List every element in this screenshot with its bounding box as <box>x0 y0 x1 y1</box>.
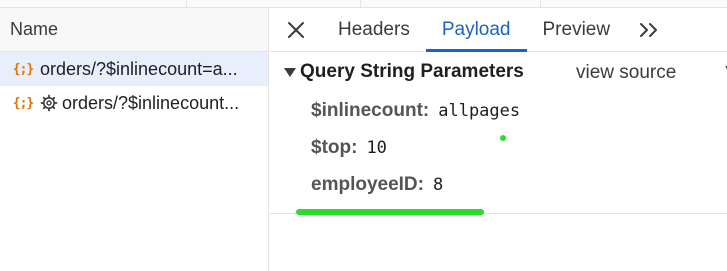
column-divider <box>360 0 361 8</box>
request-row[interactable]: {;} orders/?$inlinecount... <box>0 86 268 120</box>
name-column-header[interactable]: Name <box>0 8 268 52</box>
detail-tabbar: Headers Payload Preview <box>270 8 727 52</box>
devtools-network-panel: Name {;} orders/?$inlinecount=a... {;} o… <box>0 0 727 271</box>
column-divider <box>186 0 187 8</box>
column-divider <box>540 0 541 8</box>
close-icon <box>288 21 304 38</box>
param-key: $top: <box>311 136 358 158</box>
annotation-dot <box>500 135 506 141</box>
param-row: $top: 10 <box>270 129 727 166</box>
request-label: orders/?$inlinecount=a... <box>40 58 238 79</box>
tab-preview[interactable]: Preview <box>527 8 627 51</box>
name-column-label: Name <box>10 19 59 39</box>
gear-icon <box>40 94 58 112</box>
query-string-section: Query String Parameters view source ▼ $i… <box>270 52 727 215</box>
more-tabs-button[interactable] <box>626 8 672 51</box>
param-row: $inlinecount: allpages <box>270 92 727 129</box>
tab-label: Payload <box>441 18 511 40</box>
request-list: Name {;} orders/?$inlinecount=a... {;} o… <box>0 8 269 271</box>
close-button[interactable] <box>270 8 322 51</box>
tab-label: Preview <box>542 18 611 40</box>
tab-payload[interactable]: Payload <box>425 8 527 52</box>
param-value: allpages <box>438 100 521 121</box>
double-chevron-right-icon <box>640 22 658 37</box>
top-strip <box>0 0 727 8</box>
json-icon: {;} <box>12 61 34 77</box>
param-row: employeeID: 8 <box>270 166 727 203</box>
param-value: 10 <box>366 137 387 158</box>
param-key: $inlinecount: <box>311 99 430 121</box>
request-row[interactable]: {;} orders/?$inlinecount=a... <box>0 52 268 86</box>
tab-headers[interactable]: Headers <box>322 8 426 51</box>
request-detail-panel: Headers Payload Preview Query String Par… <box>270 8 727 271</box>
param-key: employeeID: <box>311 173 424 195</box>
annotation-underline <box>296 209 484 215</box>
tab-label: Headers <box>338 18 410 40</box>
view-source-link[interactable]: view source <box>576 62 676 84</box>
json-icon: {;} <box>12 95 34 111</box>
cut-off-triangle-icon: ▼ <box>722 62 727 80</box>
collapse-triangle-icon <box>284 67 296 77</box>
section-title: Query String Parameters <box>300 61 524 82</box>
param-value: 8 <box>432 174 444 195</box>
request-label: orders/?$inlinecount... <box>62 92 240 113</box>
